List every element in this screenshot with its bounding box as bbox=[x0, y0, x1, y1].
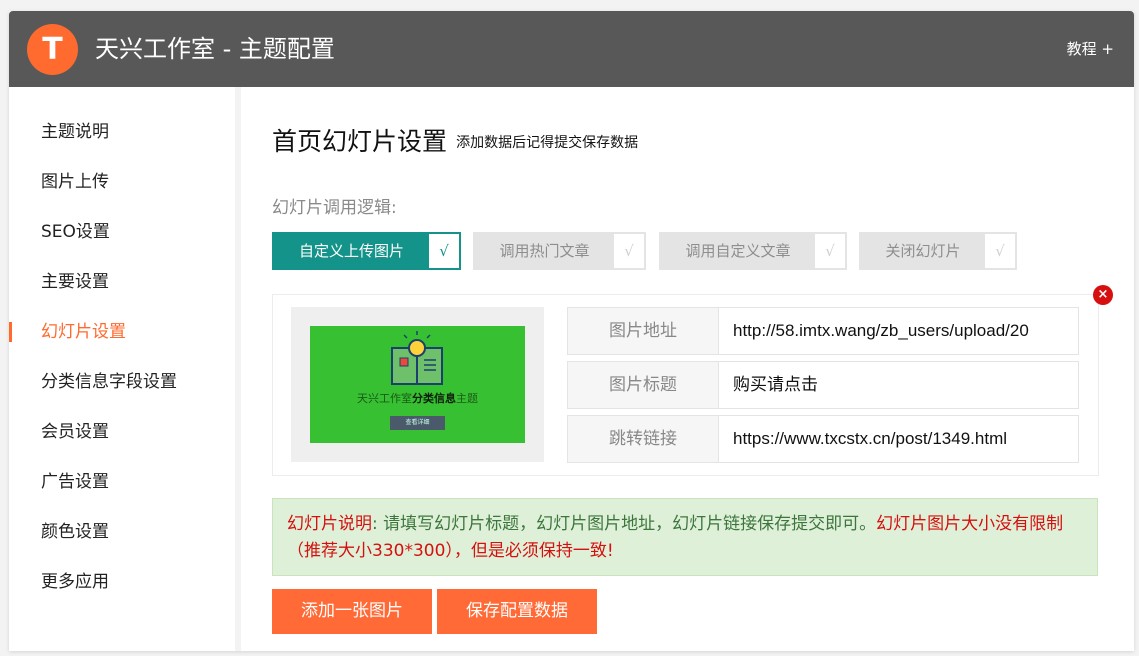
option-label: 自定义上传图片 bbox=[298, 242, 404, 260]
tutorial-link[interactable]: 教程 + bbox=[1067, 39, 1114, 59]
image-title-field: 图片标题 购买请点击 bbox=[567, 361, 1079, 409]
config-panel: T 天兴工作室 - 主题配置 教程 + 主题说明 图片上传 SEO设置 主要设置… bbox=[9, 11, 1134, 651]
image-url-field: 图片地址 http://58.imtx.wang/zb_users/upload… bbox=[567, 307, 1079, 355]
header-bar: T 天兴工作室 - 主题配置 教程 + bbox=[9, 11, 1134, 87]
sidebar-item-colors[interactable]: 颜色设置 bbox=[9, 512, 235, 552]
notice-lead: 幻灯片说明 bbox=[287, 514, 372, 534]
jump-link-field: 跳转链接 https://www.txcstx.cn/post/1349.htm… bbox=[567, 415, 1079, 463]
option-label: 调用热门文章 bbox=[499, 242, 590, 260]
sidebar-item-image-upload[interactable]: 图片上传 bbox=[9, 162, 235, 202]
sidebar: 主题说明 图片上传 SEO设置 主要设置 幻灯片设置 分类信息字段设置 会员设置… bbox=[9, 87, 235, 651]
logic-label: 幻灯片调用逻辑: bbox=[272, 198, 397, 218]
image-url-input[interactable]: http://58.imtx.wang/zb_users/upload/20 bbox=[719, 308, 1078, 354]
logo-letter: T bbox=[42, 32, 63, 67]
thumbnail-caption: 天兴工作室分类信息主题 bbox=[310, 390, 525, 406]
slide-card: 天兴工作室分类信息主题 查看详细 图片地址 http://58.imtx.wan… bbox=[272, 294, 1099, 476]
option-label: 关闭幻灯片 bbox=[885, 242, 961, 260]
check-icon: √ bbox=[614, 234, 644, 268]
sidebar-item-more-apps[interactable]: 更多应用 bbox=[9, 562, 235, 602]
option-label: 调用自定义文章 bbox=[685, 242, 791, 260]
page-subtitle: 添加数据后记得提交保存数据 bbox=[456, 135, 639, 151]
option-hot-articles[interactable]: 调用热门文章 √ bbox=[473, 232, 646, 270]
sidebar-item-category-fields[interactable]: 分类信息字段设置 bbox=[9, 362, 235, 402]
sidebar-item-members[interactable]: 会员设置 bbox=[9, 412, 235, 452]
main-content: 首页幻灯片设置 添加数据后记得提交保存数据 幻灯片调用逻辑: 自定义上传图片 √… bbox=[235, 87, 1134, 651]
page: T 天兴工作室 - 主题配置 教程 + 主题说明 图片上传 SEO设置 主要设置… bbox=[0, 0, 1139, 656]
sidebar-item-ads[interactable]: 广告设置 bbox=[9, 462, 235, 502]
caption-prefix: 天兴工作室 bbox=[357, 392, 412, 405]
check-icon: √ bbox=[815, 234, 845, 268]
slide-thumbnail-frame[interactable]: 天兴工作室分类信息主题 查看详细 bbox=[291, 307, 544, 462]
caption-bold: 分类信息 bbox=[412, 392, 456, 405]
logo-icon[interactable]: T bbox=[27, 24, 78, 75]
sidebar-item-seo[interactable]: SEO设置 bbox=[9, 212, 235, 252]
save-config-button[interactable]: 保存配置数据 bbox=[437, 589, 597, 634]
option-custom-articles[interactable]: 调用自定义文章 √ bbox=[659, 232, 847, 270]
caption-suffix: 主题 bbox=[456, 392, 478, 405]
field-label: 图片标题 bbox=[568, 362, 719, 408]
slide-thumbnail: 天兴工作室分类信息主题 查看详细 bbox=[310, 326, 525, 443]
option-custom-upload[interactable]: 自定义上传图片 √ bbox=[272, 232, 461, 270]
check-icon: √ bbox=[985, 234, 1015, 268]
option-close-slideshow[interactable]: 关闭幻灯片 √ bbox=[859, 232, 1017, 270]
image-title-input[interactable]: 购买请点击 bbox=[719, 362, 1078, 408]
field-label: 图片地址 bbox=[568, 308, 719, 354]
field-label: 跳转链接 bbox=[568, 416, 719, 462]
page-title-text: 首页幻灯片设置 bbox=[272, 127, 448, 156]
sidebar-item-theme-info[interactable]: 主题说明 bbox=[9, 112, 235, 152]
sidebar-item-main-settings[interactable]: 主要设置 bbox=[9, 262, 235, 302]
check-icon: √ bbox=[429, 234, 459, 268]
jump-link-input[interactable]: https://www.txcstx.cn/post/1349.html bbox=[719, 416, 1078, 462]
slideshow-notice: 幻灯片说明: 请填写幻灯片标题，幻灯片图片地址，幻灯片链接保存提交即可。幻灯片图… bbox=[272, 498, 1098, 576]
app-title: 天兴工作室 - 主题配置 bbox=[95, 35, 335, 63]
sidebar-item-slideshow[interactable]: 幻灯片设置 bbox=[9, 312, 235, 352]
add-image-button[interactable]: 添加一张图片 bbox=[272, 589, 432, 634]
thumbnail-detail-button: 查看详细 bbox=[390, 416, 445, 430]
remove-slide-icon[interactable]: × bbox=[1093, 285, 1113, 305]
notice-body: : 请填写幻灯片标题，幻灯片图片地址，幻灯片链接保存提交即可。 bbox=[372, 514, 877, 534]
page-title: 首页幻灯片设置 添加数据后记得提交保存数据 bbox=[272, 125, 638, 159]
